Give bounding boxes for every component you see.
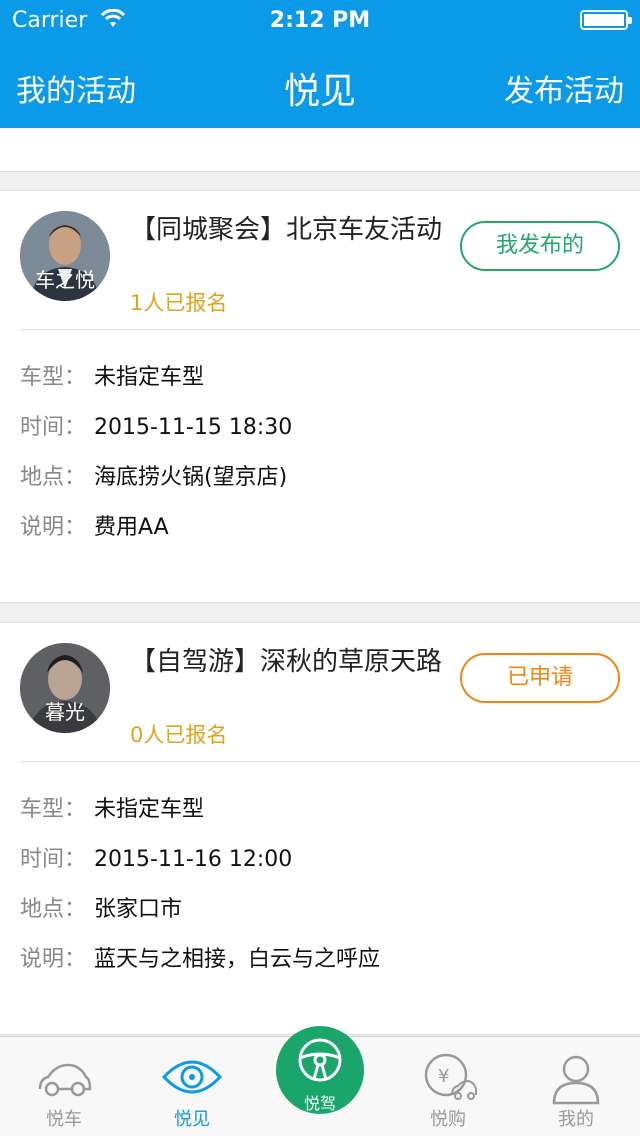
avatar[interactable]: 车之悦	[20, 211, 110, 301]
battery-icon	[580, 10, 632, 30]
signup-count: 0人已报名	[130, 723, 228, 747]
steering-wheel-icon	[298, 1038, 342, 1082]
tab-label: 悦购	[430, 1109, 466, 1130]
divider	[20, 761, 640, 762]
status-bar: Carrier 2:12 PM	[0, 0, 640, 40]
field-value: 费用AA	[94, 515, 169, 540]
tab-drive[interactable]: 悦驾	[276, 1026, 364, 1114]
tab-label: 悦见	[174, 1109, 210, 1130]
field-value: 2015-11-15 18:30	[94, 415, 293, 440]
field-value: 张家口市	[94, 897, 183, 922]
tab-meet[interactable]: 悦见	[128, 1037, 256, 1136]
activity-card[interactable]: 车之悦 【同城聚会】北京车友活动 1人已报名 我发布的 车型： 未指定车型 时间：…	[0, 190, 640, 603]
activity-title[interactable]: 【自驾游】深秋的草原天路	[130, 645, 450, 679]
description-row: 说明： 蓝天与之相接，白云与之呼应	[20, 941, 380, 973]
status-button[interactable]: 我发布的	[460, 221, 620, 271]
field-label: 地点：	[20, 465, 87, 490]
field-label: 车型：	[20, 365, 87, 390]
field-label: 时间：	[20, 847, 87, 872]
tab-mine[interactable]: 我的	[512, 1037, 640, 1136]
activity-title[interactable]: 【同城聚会】北京车友活动	[130, 213, 450, 247]
field-label: 车型：	[20, 797, 87, 822]
activity-list: 车之悦 【同城聚会】北京车友活动 1人已报名 我发布的 车型： 未指定车型 时间：…	[0, 128, 640, 1036]
header: Carrier 2:12 PM 我的活动 悦见 发布活动	[0, 0, 640, 128]
description-row: 说明： 费用AA	[20, 509, 169, 541]
field-value: 未指定车型	[94, 797, 205, 822]
list-top-spacer	[0, 128, 640, 172]
location-row: 地点： 张家口市	[20, 891, 182, 923]
tab-label: 悦驾	[303, 1094, 336, 1113]
field-label: 地点：	[20, 897, 87, 922]
field-label: 说明：	[20, 515, 87, 540]
divider	[20, 329, 640, 330]
field-value: 海底捞火锅(望京店)	[94, 465, 288, 490]
car-icon	[38, 1063, 92, 1097]
person-icon	[552, 1055, 600, 1105]
field-value: 未指定车型	[94, 365, 205, 390]
field-label: 时间：	[20, 415, 87, 440]
activity-card[interactable]: 暮光 【自驾游】深秋的草原天路 0人已报名 已申请 车型： 未指定车型 时间： 20…	[0, 622, 640, 1035]
status-button[interactable]: 已申请	[460, 653, 620, 703]
avatar[interactable]: 暮光	[20, 643, 110, 733]
yuan-shopping-icon: ¥	[424, 1053, 477, 1100]
time-row: 时间： 2015-11-16 12:00	[20, 841, 292, 873]
status-time: 2:12 PM	[269, 8, 371, 33]
tab-label: 悦车	[46, 1109, 82, 1130]
field-label: 说明：	[20, 947, 87, 972]
location-row: 地点： 海底捞火锅(望京店)	[20, 459, 287, 491]
car-model-row: 车型： 未指定车型	[20, 359, 204, 391]
publish-activity-button[interactable]: 发布活动	[504, 66, 624, 110]
svg-text:¥: ¥	[438, 1066, 449, 1087]
avatar-label: 暮光	[45, 700, 85, 724]
avatar-label: 车之悦	[35, 268, 95, 292]
tab-shop[interactable]: ¥ 悦购	[384, 1037, 512, 1136]
signup-count: 1人已报名	[130, 291, 228, 315]
field-value: 蓝天与之相接，白云与之呼应	[94, 947, 381, 972]
time-row: 时间： 2015-11-15 18:30	[20, 409, 292, 441]
tab-label: 我的	[558, 1109, 594, 1130]
tab-car[interactable]: 悦车	[0, 1037, 128, 1136]
car-model-row: 车型： 未指定车型	[20, 791, 204, 823]
eye-icon	[162, 1060, 222, 1094]
field-value: 2015-11-16 12:00	[94, 847, 293, 872]
